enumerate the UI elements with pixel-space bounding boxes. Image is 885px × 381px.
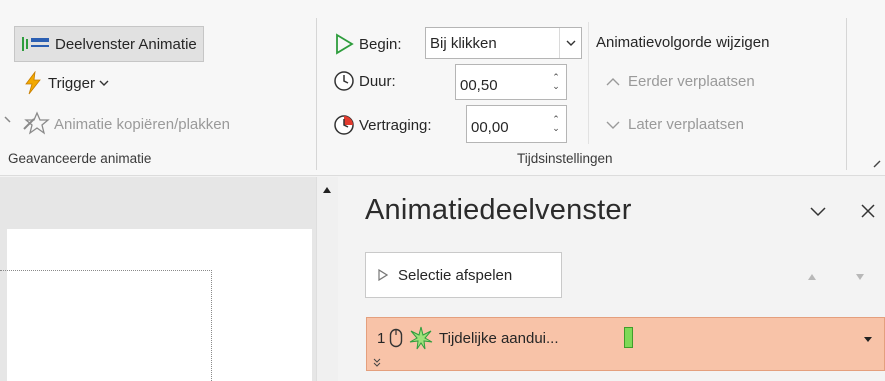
play-icon: [378, 269, 388, 281]
play-triangle-icon: [336, 33, 354, 55]
chevron-down-icon: [99, 80, 109, 86]
move-up-button[interactable]: [797, 262, 827, 292]
animation-item-index: 1: [377, 330, 386, 347]
start-dropdown[interactable]: Bij klikken: [425, 27, 582, 59]
timing-group-label: Tijdsinstellingen: [517, 151, 613, 166]
start-label-group: Begin:: [333, 30, 402, 58]
animation-pane-label: Deelvenster Animatie: [55, 35, 197, 53]
animation-pane-button[interactable]: Deelvenster Animatie: [14, 26, 204, 62]
triangle-up-icon: [323, 187, 331, 193]
play-selection-label: Selectie afspelen: [398, 266, 513, 284]
triangle-up-icon: [808, 274, 816, 280]
group-separator: [846, 18, 847, 170]
delay-clock-icon: [334, 115, 354, 135]
duration-label: Duur:: [359, 72, 396, 90]
lightning-icon: [25, 71, 41, 95]
play-selection-button[interactable]: Selectie afspelen: [365, 252, 562, 298]
start-dropdown-value: Bij klikken: [430, 34, 497, 52]
spin-down-icon[interactable]: ⌄: [552, 124, 560, 133]
start-label: Begin:: [359, 35, 402, 53]
slide-placeholder[interactable]: [0, 270, 212, 381]
collapse-ribbon-icon[interactable]: [873, 159, 885, 169]
clock-icon: [334, 71, 354, 91]
group-separator: [316, 18, 317, 170]
triangle-down-icon: [856, 274, 864, 280]
duration-spinner[interactable]: 00,50 ⌃ ⌄: [455, 64, 567, 100]
pane-options-chevron-icon[interactable]: [809, 206, 827, 218]
delay-label: Vertraging:: [359, 116, 432, 134]
advanced-animation-group-label: Geavanceerde animatie: [8, 151, 152, 166]
chevron-down-icon: [606, 121, 620, 129]
animation-pane-title: Animatiedeelvenster: [365, 194, 632, 226]
duration-spin-buttons[interactable]: ⌃ ⌄: [546, 73, 566, 91]
delay-spin-buttons[interactable]: ⌃ ⌄: [546, 115, 566, 133]
move-earlier-label: Eerder verplaatsen: [628, 73, 755, 90]
scroll-up-button[interactable]: [318, 181, 336, 199]
animation-painter-label: Animatie kopiëren/plakken: [54, 115, 230, 133]
animation-list-item[interactable]: 1 Tijdelijke aandui...: [366, 317, 885, 371]
spin-down-icon[interactable]: ⌄: [552, 82, 560, 91]
timing-bar[interactable]: [624, 327, 633, 348]
duration-value: 00,50: [460, 76, 498, 94]
mouse-icon: [389, 328, 403, 348]
duration-label-group: Duur:: [333, 67, 396, 95]
trigger-button[interactable]: Trigger: [22, 69, 109, 97]
star-burst-icon: [409, 326, 433, 350]
reorder-separator: [588, 22, 589, 144]
start-dropdown-arrow[interactable]: [559, 28, 581, 58]
animation-painter-icon: [4, 111, 50, 135]
delay-spinner[interactable]: 00,00 ⌃ ⌄: [466, 105, 567, 143]
delay-value: 00,00: [471, 118, 509, 136]
animation-item-name: Tijdelijke aandui...: [439, 330, 559, 347]
close-icon[interactable]: [860, 203, 876, 219]
move-later-button[interactable]: Later verplaatsen: [606, 116, 744, 133]
animation-pane-icon: [22, 37, 49, 51]
ribbon: Deelvenster Animatie Trigger Animatie ko…: [0, 0, 885, 176]
expand-chevrons-icon[interactable]: [373, 358, 381, 367]
move-down-button[interactable]: [845, 262, 875, 292]
vertical-scrollbar[interactable]: [316, 177, 338, 381]
chevron-up-icon: [606, 77, 620, 85]
trigger-label: Trigger: [48, 74, 95, 92]
item-dropdown-arrow-icon[interactable]: [863, 336, 873, 343]
animation-painter-button[interactable]: Animatie kopiëren/plakken: [4, 110, 230, 138]
reorder-title: Animatievolgorde wijzigen: [596, 34, 770, 51]
move-later-label: Later verplaatsen: [628, 116, 744, 133]
move-earlier-button[interactable]: Eerder verplaatsen: [606, 73, 755, 90]
chevron-down-icon: [566, 40, 575, 46]
delay-label-group: Vertraging:: [333, 111, 432, 139]
